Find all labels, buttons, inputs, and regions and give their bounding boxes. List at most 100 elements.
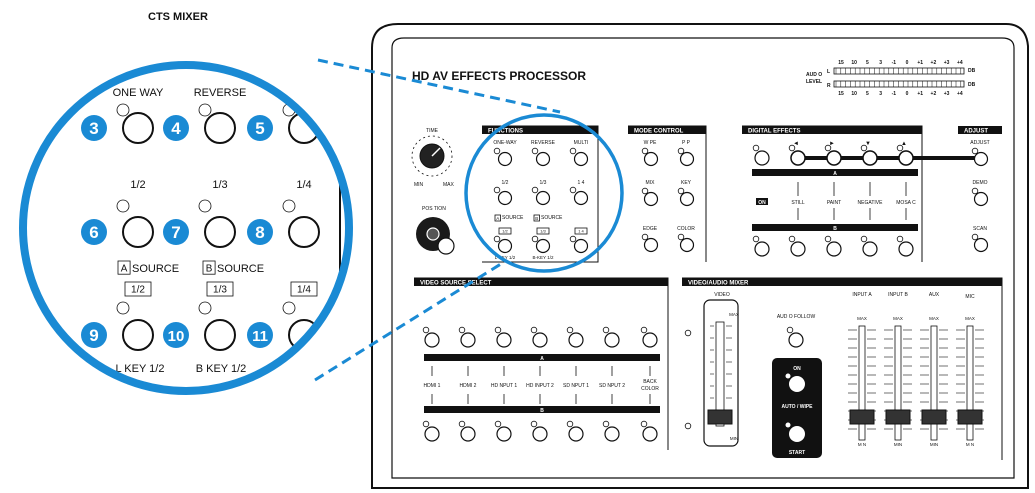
vss-top-button[interactable] [496, 332, 512, 348]
de-bottom-button[interactable] [826, 241, 842, 257]
zoom-row3-button[interactable] [204, 319, 236, 351]
vss-bottom-button[interactable] [642, 426, 658, 442]
fn-small-row2-button[interactable] [535, 190, 551, 206]
vss-top-button[interactable] [568, 332, 584, 348]
meter-scale-label-top: 10 [851, 60, 857, 66]
de-on-label: ON [758, 200, 766, 206]
vss-top-button[interactable] [460, 332, 476, 348]
zoom-row1-button[interactable] [122, 112, 154, 144]
de-top-button[interactable] [754, 150, 770, 166]
fn-small-row3-led [569, 235, 577, 243]
de-link-button[interactable] [826, 150, 842, 166]
vss-bottom-button[interactable] [496, 426, 512, 442]
zoom-badge-3: 3 [81, 115, 107, 141]
de-label: MOSA C [896, 200, 916, 206]
mode-control-button[interactable] [643, 191, 659, 207]
vss-bottom-button[interactable] [604, 426, 620, 442]
fn-small-row2-label: 1/2 [502, 180, 509, 186]
fn-small-row1-button[interactable] [535, 151, 551, 167]
fn-small-row1-button[interactable] [497, 151, 513, 167]
vam-on-button[interactable] [789, 376, 805, 392]
vss-top-led [458, 326, 466, 334]
fn-small-row3-button[interactable] [497, 238, 513, 254]
zoom-functions-title: FUNCTIONS [98, 44, 174, 59]
zoom-row2-label: 1/2 [130, 179, 145, 191]
zoom-badge-7-number: 7 [171, 223, 180, 242]
vam-audio-follow-button[interactable] [788, 332, 804, 348]
vam-channel-fader-knob[interactable] [921, 409, 947, 425]
mode-control-button[interactable] [679, 151, 695, 167]
fn-small-row3-button[interactable] [573, 238, 589, 254]
zoom-badge-10: 10 [163, 322, 189, 348]
fn-small-row3-button[interactable] [535, 238, 551, 254]
adjust-led [971, 147, 979, 155]
vam-channel-fader-knob[interactable] [849, 409, 875, 425]
vam-channel-fader-knob[interactable] [885, 409, 911, 425]
vss-bottom-led [422, 420, 430, 428]
de-bottom-button[interactable] [862, 241, 878, 257]
meter-scale-label-bottom: +3 [944, 91, 950, 97]
fn-small-row2-button[interactable] [497, 190, 513, 206]
vss-top-button[interactable] [604, 332, 620, 348]
zoom-row3-button[interactable] [122, 319, 154, 351]
mode-control-led [677, 187, 685, 195]
zoom-row2-button[interactable] [122, 216, 154, 248]
vss-source-label: SD NPUT 2 [599, 383, 625, 389]
audio-level-label-1: AUD O [806, 72, 822, 78]
vss-bottom-button[interactable] [460, 426, 476, 442]
vam-channel-label: MIC [965, 294, 975, 300]
de-bottom-button[interactable] [754, 241, 770, 257]
zoom-source-a-word: SOURCE [132, 263, 179, 275]
de-bottom-button[interactable] [898, 241, 914, 257]
mode-control-button[interactable] [643, 237, 659, 253]
adjust-button[interactable] [973, 191, 989, 207]
meter-scale-label-bottom: 15 [838, 91, 844, 97]
vss-top-button[interactable] [532, 332, 548, 348]
zoom-row1-led [116, 103, 130, 117]
position-label: POS TION [422, 206, 446, 212]
zoom-row3-led [282, 301, 296, 315]
de-link-button[interactable] [862, 150, 878, 166]
vss-bottom-button[interactable] [532, 426, 548, 442]
vam-channel-fader-knob[interactable] [957, 409, 983, 425]
meter-scale-label-top: -1 [892, 60, 897, 66]
de-top-led [752, 144, 760, 152]
zoom-badge-7: 7 [163, 219, 189, 245]
vss-bottom-button[interactable] [424, 426, 440, 442]
zoom-row3-box: 1/4 [290, 281, 318, 297]
mode-control-led [677, 147, 685, 155]
vam-start-button[interactable] [789, 426, 805, 442]
mode-control-button[interactable] [679, 237, 695, 253]
adjust-led [971, 233, 979, 241]
vss-bottom-led [640, 420, 648, 428]
vss-top-button[interactable] [424, 332, 440, 348]
vam-audio-follow-label: AUD O FOLLOW [777, 314, 816, 320]
fn-small-row1-button[interactable] [573, 151, 589, 167]
vam-video-label: VIDEO [714, 292, 730, 298]
zoom-row2-button[interactable] [288, 216, 320, 248]
vss-bottom-led [602, 420, 610, 428]
fn-small-row2-led [531, 186, 539, 194]
vss-top-button[interactable] [642, 332, 658, 348]
de-bottom-button[interactable] [790, 241, 806, 257]
fn-small-row1-label: MULTI [574, 140, 589, 146]
vam-start-label: START [789, 450, 805, 456]
vam-auto-wipe-label: AUTO / WIPE [781, 404, 813, 410]
vss-bottom-led [458, 420, 466, 428]
zoom-row1-button[interactable] [204, 112, 236, 144]
fn-small-row3-box: 1/2 [498, 227, 512, 235]
vss-bottom-button[interactable] [568, 426, 584, 442]
mode-control-button[interactable] [643, 151, 659, 167]
de-link-button[interactable] [898, 150, 914, 166]
mode-control-button[interactable] [679, 191, 695, 207]
de-link-button[interactable] [790, 150, 806, 166]
vss-bottom-led [566, 420, 574, 428]
zoom-badge-4: 4 [163, 115, 189, 141]
adjust-button[interactable] [973, 151, 989, 167]
fn-small-row2-button[interactable] [573, 190, 589, 206]
adjust-button[interactable] [973, 237, 989, 253]
zoom-row2-label: 1/4 [296, 179, 311, 191]
vam-video-fader-knob[interactable] [707, 409, 733, 425]
zoom-row2-button[interactable] [204, 216, 236, 248]
de-bus-a-label: A [833, 171, 837, 177]
